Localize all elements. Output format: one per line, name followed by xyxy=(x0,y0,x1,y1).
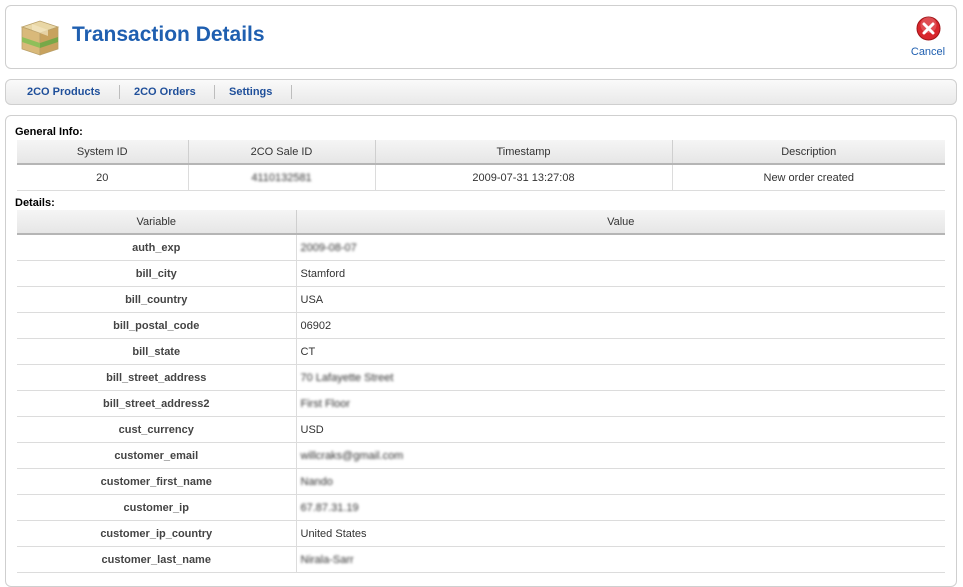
sale-id-cell: 4110132581 xyxy=(188,164,376,191)
value-cell: willcraks@gmail.com xyxy=(296,442,945,469)
table-header-row: System ID 2CO Sale ID Timestamp Descript… xyxy=(17,140,945,165)
toolbar: 2CO Products 2CO Orders Settings xyxy=(5,79,957,105)
tab-separator xyxy=(119,85,120,99)
details-label: Details: xyxy=(15,197,55,209)
variable-cell: customer_first_name xyxy=(17,468,297,495)
value-cell: Stamford xyxy=(296,260,945,287)
value-cell: First Floor xyxy=(296,390,945,417)
table-row: 20 4110132581 2009-07-31 13:27:08 New or… xyxy=(17,164,945,191)
description-cell: New order created xyxy=(672,164,945,191)
value-cell: United States xyxy=(296,520,945,547)
cancel-label[interactable]: Cancel xyxy=(908,46,948,58)
table-row: cust_currency USD xyxy=(17,416,945,443)
value-cell: 70 Lafayette Street xyxy=(296,364,945,391)
table-row: customer_first_name Nando xyxy=(17,468,945,495)
general-info-label: General Info: xyxy=(15,126,83,138)
details-table: Variable Value auth_exp 2009-08-07 bill_c… xyxy=(17,210,945,573)
page-title: Transaction Details xyxy=(72,23,265,46)
variable-cell: bill_postal_code xyxy=(17,312,297,339)
table-row: bill_street_address2 First Floor xyxy=(17,390,945,417)
tab-2co-products[interactable]: 2CO Products xyxy=(27,80,100,104)
variable-cell: bill_country xyxy=(17,286,297,313)
tab-separator xyxy=(291,85,292,99)
column-header-timestamp[interactable]: Timestamp xyxy=(375,140,673,165)
package-icon xyxy=(20,20,60,56)
table-row: customer_email willcraks@gmail.com xyxy=(17,442,945,469)
tab-2co-orders[interactable]: 2CO Orders xyxy=(134,80,196,104)
table-row: customer_last_name Nirala-Sarr xyxy=(17,546,945,573)
variable-cell: bill_street_address xyxy=(17,364,297,391)
value-cell: 2009-08-07 xyxy=(296,234,945,261)
variable-cell: bill_state xyxy=(17,338,297,365)
column-header-system-id[interactable]: System ID xyxy=(17,140,189,165)
table-row: bill_state CT xyxy=(17,338,945,365)
system-id-cell: 20 xyxy=(17,164,189,191)
variable-cell: auth_exp xyxy=(17,234,297,261)
page-header: Transaction Details Cancel xyxy=(5,5,957,69)
tab-settings[interactable]: Settings xyxy=(229,80,272,104)
tab-separator xyxy=(214,85,215,99)
timestamp-cell: 2009-07-31 13:27:08 xyxy=(375,164,673,191)
value-cell: USA xyxy=(296,286,945,313)
variable-cell: bill_city xyxy=(17,260,297,287)
variable-cell: customer_ip xyxy=(17,494,297,521)
value-cell: Nando xyxy=(296,468,945,495)
table-header-row: Variable Value xyxy=(17,210,945,235)
table-row: bill_city Stamford xyxy=(17,260,945,287)
table-row: bill_street_address 70 Lafayette Street xyxy=(17,364,945,391)
column-header-description[interactable]: Description xyxy=(672,140,945,165)
transaction-panel: General Info: System ID 2CO Sale ID Time… xyxy=(5,115,957,587)
value-cell: USD xyxy=(296,416,945,443)
value-cell: CT xyxy=(296,338,945,365)
variable-cell: customer_last_name xyxy=(17,546,297,573)
table-row: customer_ip 67.87.31.19 xyxy=(17,494,945,521)
cancel-button[interactable]: Cancel xyxy=(908,16,948,58)
general-info-table: System ID 2CO Sale ID Timestamp Descript… xyxy=(17,140,945,191)
variable-cell: cust_currency xyxy=(17,416,297,443)
column-header-value[interactable]: Value xyxy=(296,210,945,235)
value-cell: 06902 xyxy=(296,312,945,339)
column-header-variable[interactable]: Variable xyxy=(17,210,297,235)
value-cell: 67.87.31.19 xyxy=(296,494,945,521)
table-row: customer_ip_country United States xyxy=(17,520,945,547)
variable-cell: customer_email xyxy=(17,442,297,469)
column-header-sale-id[interactable]: 2CO Sale ID xyxy=(188,140,376,165)
table-row: auth_exp 2009-08-07 xyxy=(17,234,945,261)
value-cell: Nirala-Sarr xyxy=(296,546,945,573)
variable-cell: customer_ip_country xyxy=(17,520,297,547)
variable-cell: bill_street_address2 xyxy=(17,390,297,417)
table-row: bill_country USA xyxy=(17,286,945,313)
close-icon[interactable] xyxy=(916,16,941,41)
table-row: bill_postal_code 06902 xyxy=(17,312,945,339)
